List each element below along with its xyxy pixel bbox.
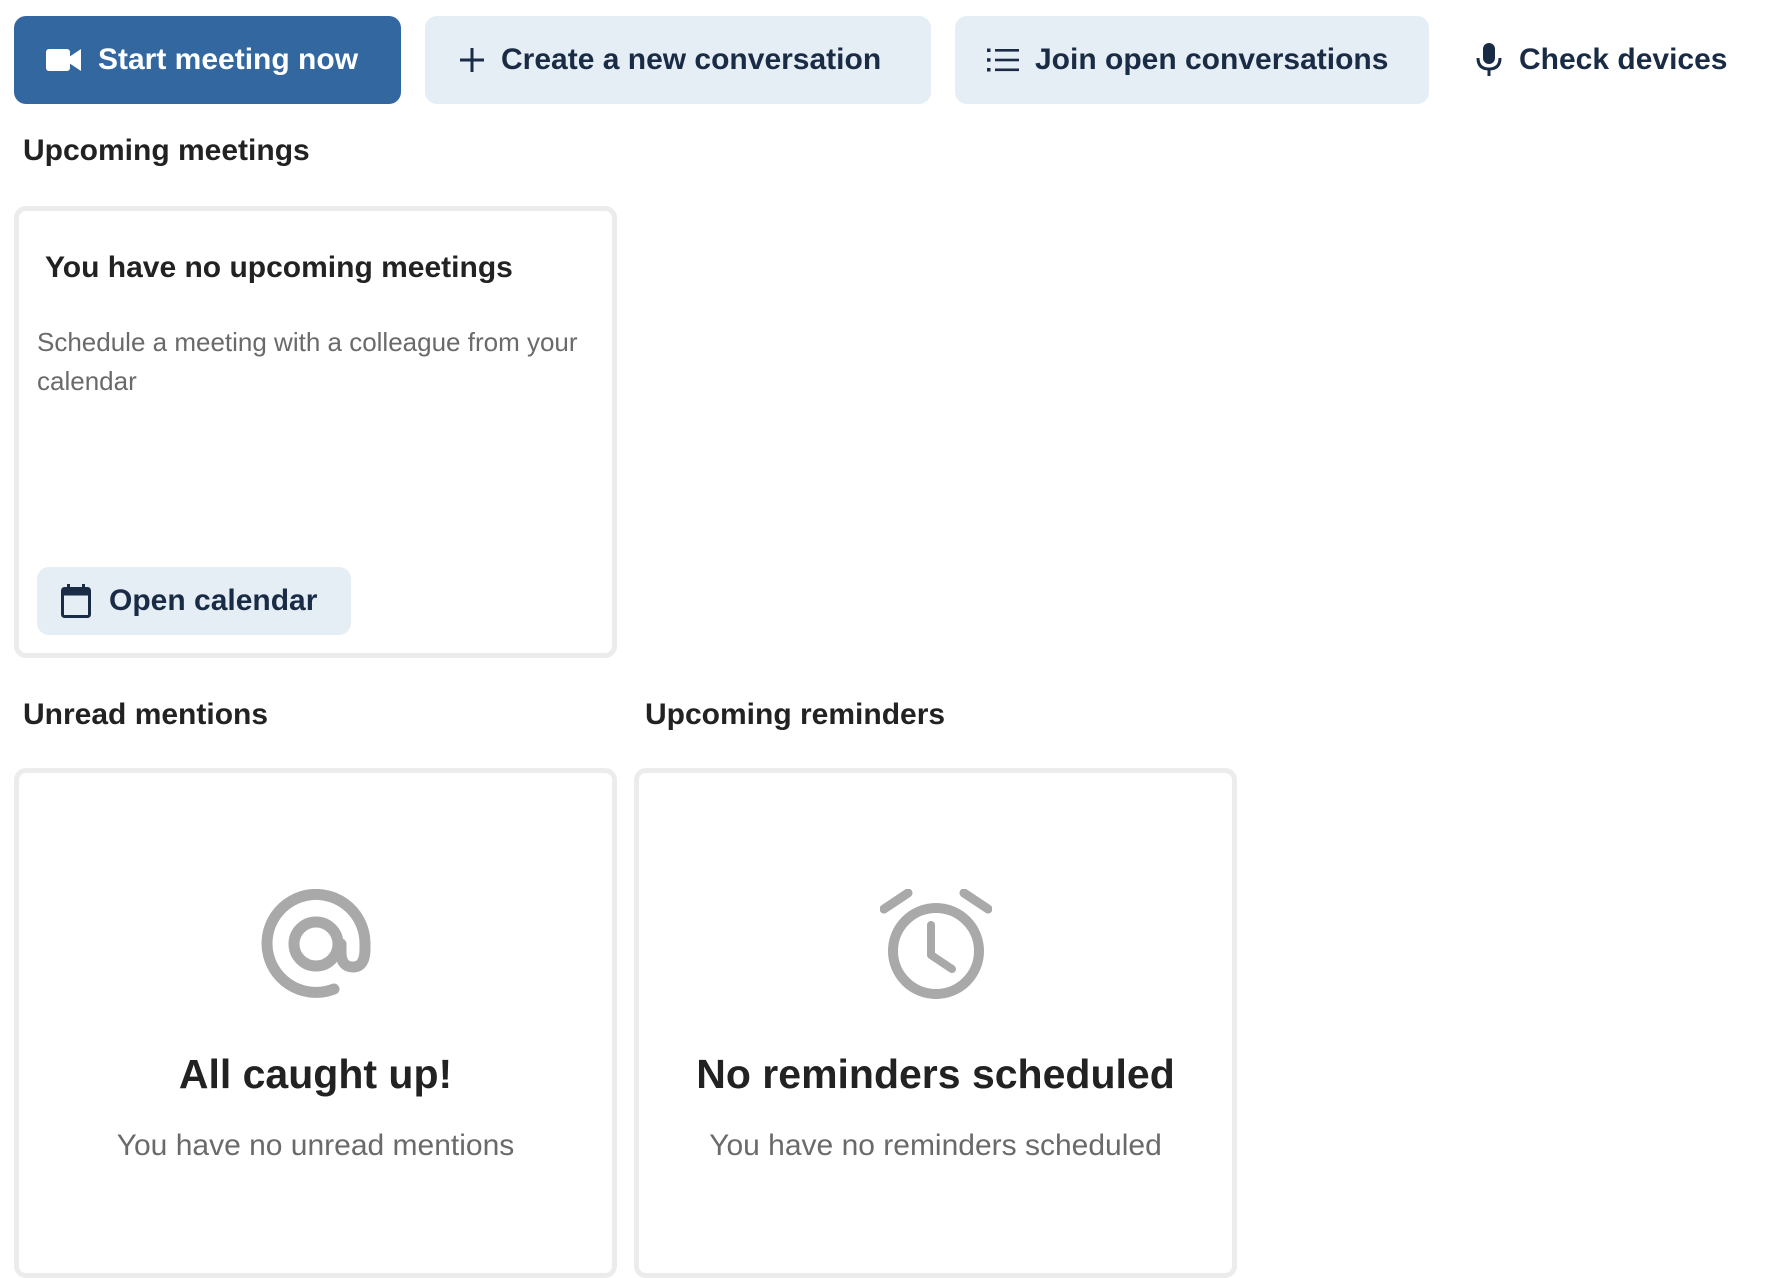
list-icon bbox=[987, 47, 1019, 73]
alarm-clock-icon bbox=[639, 889, 1232, 1001]
upcoming-reminders-subtitle: You have no reminders scheduled bbox=[709, 1129, 1162, 1162]
upcoming-reminders-heading: Upcoming reminders bbox=[645, 698, 946, 731]
start-meeting-button[interactable]: Start meeting now bbox=[14, 16, 401, 104]
check-devices-label: Check devices bbox=[1519, 43, 1728, 76]
unread-mentions-subtitle: You have no unread mentions bbox=[116, 1129, 515, 1162]
open-calendar-label: Open calendar bbox=[109, 584, 318, 617]
unread-mentions-title: All caught up! bbox=[178, 1051, 453, 1097]
upcoming-meetings-heading: Upcoming meetings bbox=[23, 134, 310, 167]
upcoming-reminders-title: No reminders scheduled bbox=[696, 1051, 1175, 1097]
upcoming-reminders-card: No reminders scheduled You have no remin… bbox=[634, 768, 1237, 1278]
upcoming-meetings-card: You have no upcoming meetings Schedule a… bbox=[14, 206, 617, 658]
open-calendar-button[interactable]: Open calendar bbox=[37, 567, 351, 635]
action-bar: Start meeting now Create a new conversat… bbox=[14, 16, 1753, 104]
video-camera-icon bbox=[46, 47, 82, 73]
calendar-icon bbox=[61, 584, 91, 618]
start-meeting-label: Start meeting now bbox=[98, 43, 359, 76]
create-conversation-button[interactable]: Create a new conversation bbox=[425, 16, 931, 104]
upcoming-meetings-card-description: Schedule a meeting with a colleague from… bbox=[37, 327, 578, 396]
upcoming-meetings-card-title: You have no upcoming meetings bbox=[45, 251, 513, 284]
plus-icon bbox=[459, 47, 485, 73]
join-conversations-label: Join open conversations bbox=[1035, 43, 1389, 76]
check-devices-button[interactable]: Check devices bbox=[1463, 16, 1753, 104]
microphone-icon bbox=[1475, 43, 1503, 77]
unread-mentions-heading: Unread mentions bbox=[23, 698, 269, 731]
join-conversations-button[interactable]: Join open conversations bbox=[955, 16, 1429, 104]
create-conversation-label: Create a new conversation bbox=[501, 43, 882, 76]
unread-mentions-card: All caught up! You have no unread mentio… bbox=[14, 768, 617, 1278]
at-sign-icon bbox=[19, 889, 612, 999]
